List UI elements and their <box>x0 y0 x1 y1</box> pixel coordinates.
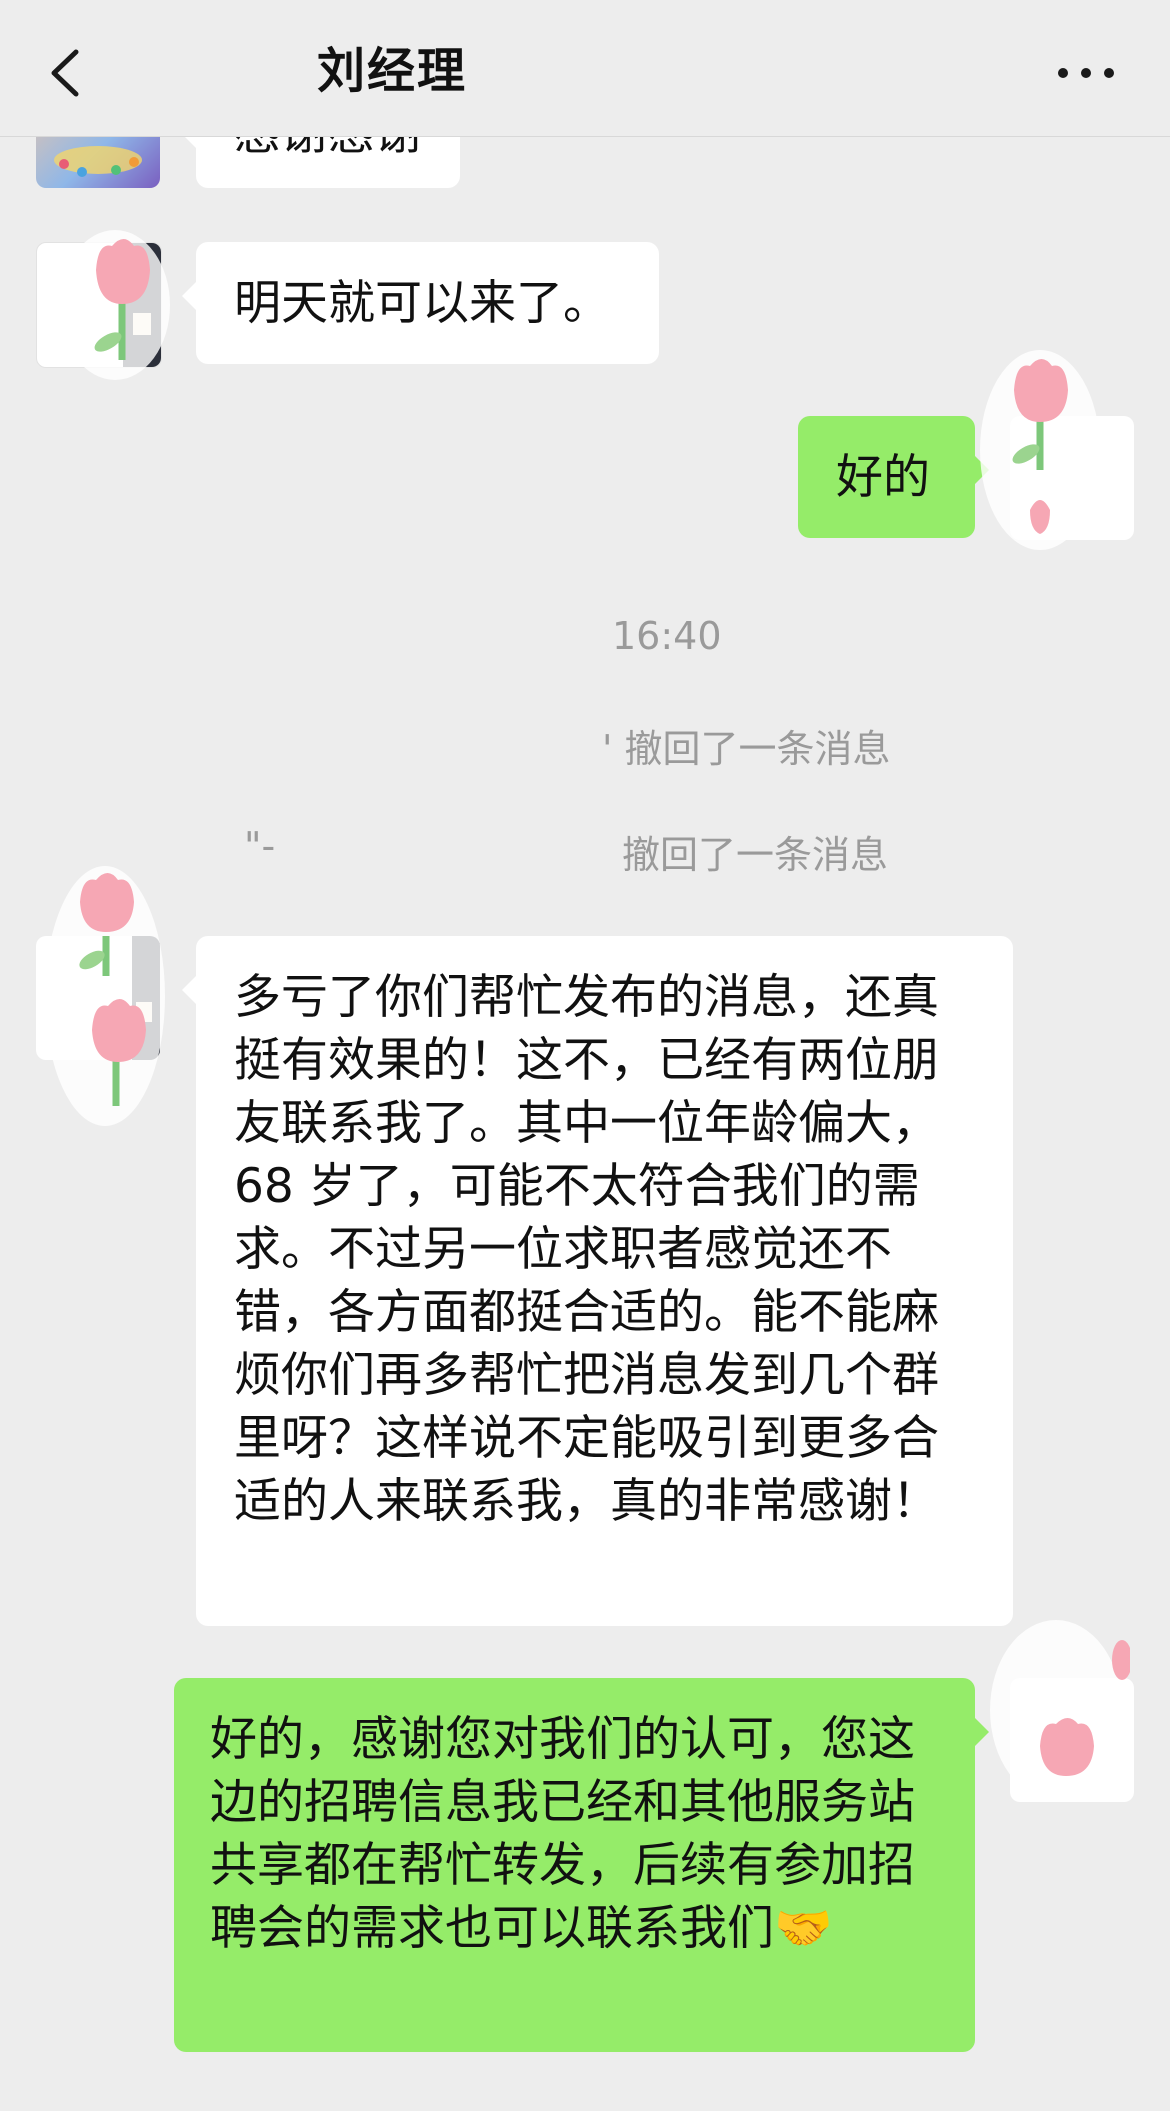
timestamp: 16:40 <box>612 614 722 658</box>
back-button[interactable] <box>40 38 90 108</box>
message-text: 多亏了你们帮忙发布的消息，还真挺有效果的！这不，已经有两位朋友联系我了。其中一位… <box>234 970 939 1529</box>
recall-notice: 撤回了一条消息 <box>622 833 889 877</box>
chat-header: 刘经理 <box>0 0 1170 137</box>
contact-avatar[interactable] <box>36 936 160 1060</box>
message-bubble-received[interactable]: 多亏了你们帮忙发布的消息，还真挺有效果的！这不，已经有两位朋友联系我了。其中一位… <box>182 936 1013 1626</box>
my-avatar[interactable] <box>1010 416 1134 540</box>
message-text: 明天就可以来了。 <box>234 276 610 331</box>
message-bubble-sent[interactable]: 好的，感谢您对我们的认可，您这边的招聘信息我已经和其他服务站共享都在帮忙转发，后… <box>174 1678 989 2052</box>
my-avatar[interactable] <box>1010 1678 1134 1802</box>
recall-notice: ' 撤回了一条消息 <box>602 727 891 771</box>
avatar-image <box>132 936 160 1060</box>
message-bubble-received[interactable]: 明天就可以来了。 <box>182 242 659 364</box>
more-dots-icon <box>1058 68 1068 78</box>
more-button[interactable] <box>1056 48 1116 94</box>
contact-avatar[interactable] <box>36 242 162 368</box>
avatar-image <box>123 243 161 367</box>
message-text: 好的，感谢您对我们的认可，您这边的招聘信息我已经和其他服务站共享都在帮忙转发，后… <box>210 1712 915 1956</box>
message-text: 好的 <box>836 450 930 505</box>
chat-title: 刘经理 <box>317 43 468 99</box>
message-bubble-sent[interactable]: 好的 <box>798 416 989 538</box>
recall-notice-prefix: "- <box>244 824 276 868</box>
chevron-left-icon <box>51 49 79 97</box>
